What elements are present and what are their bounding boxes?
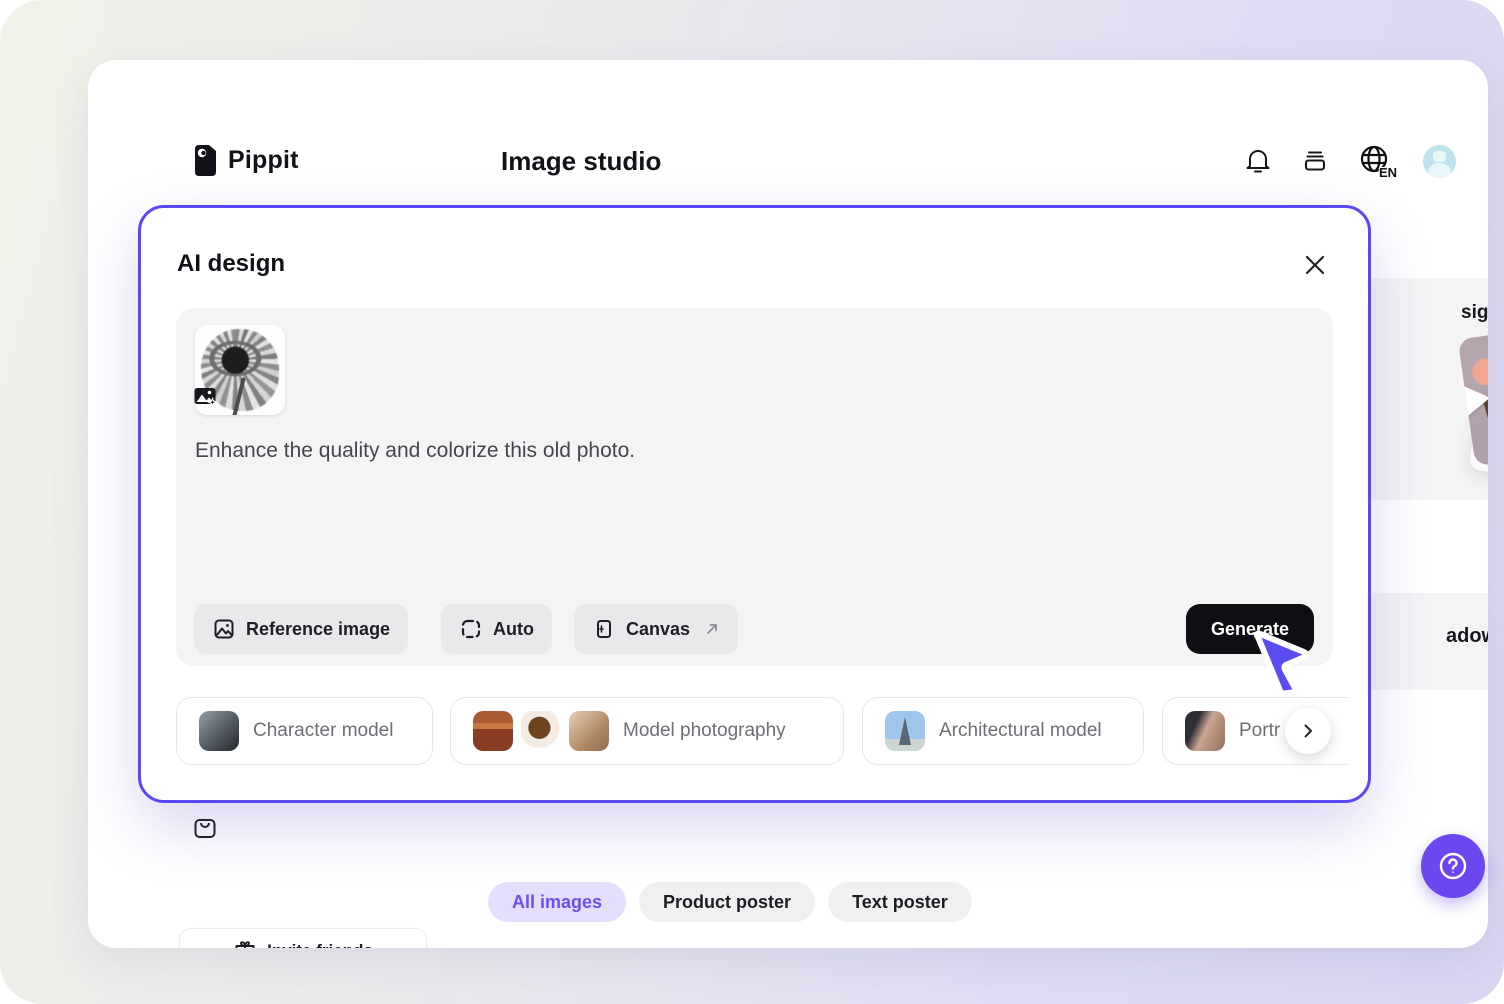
gallery-filter-tabs: All images Product poster Text poster — [488, 882, 972, 922]
brand-name: Pippit — [228, 146, 299, 175]
tab-product-poster[interactable]: Product poster — [639, 882, 815, 922]
page-title: Image studio — [501, 146, 661, 177]
portrait-thumb — [1185, 711, 1225, 751]
close-icon[interactable] — [1302, 252, 1328, 278]
language-globe-icon[interactable]: EN — [1359, 144, 1393, 178]
auto-label: Auto — [493, 619, 534, 640]
canvas-button[interactable]: Canvas — [574, 604, 738, 654]
character-model-thumb — [199, 711, 239, 751]
brand-logo[interactable]: Pippit — [192, 144, 299, 177]
screenshot-root: Pippit Image studio — [0, 0, 1504, 1004]
preset-chips-row: Character model Model photography Archit… — [176, 697, 1348, 767]
reference-image-button[interactable]: Reference image — [194, 604, 408, 654]
bag-icon — [192, 815, 218, 841]
canvas-icon — [592, 617, 616, 641]
external-arrow-icon — [704, 621, 720, 637]
chip-label: Architectural model — [939, 720, 1102, 742]
auto-frame-icon — [459, 617, 483, 641]
feature-card-bottom-label: adows — [1446, 625, 1488, 648]
feature-card-image — [1458, 322, 1488, 467]
reference-image-icon — [212, 617, 236, 641]
language-code: EN — [1379, 165, 1397, 180]
eiffel-thumb — [885, 711, 925, 751]
chevron-right-icon — [1299, 722, 1317, 740]
modal-title: AI design — [177, 250, 285, 278]
coffee-thumb — [521, 711, 561, 751]
billing-icon[interactable] — [1301, 147, 1329, 175]
generate-label: Generate — [1211, 619, 1289, 640]
chip-label: Model photography — [623, 720, 786, 742]
notifications-bell-icon[interactable] — [1245, 147, 1271, 175]
feature-card-top-label: sign — [1461, 302, 1488, 324]
image-studio-icon — [192, 383, 218, 409]
chip-character-model[interactable]: Character model — [176, 697, 433, 765]
question-mark-icon — [1436, 849, 1470, 883]
storefront-thumb — [473, 711, 513, 751]
chip-model-photography[interactable]: Model photography — [450, 697, 844, 765]
prompt-text[interactable]: Enhance the quality and colorize this ol… — [195, 439, 635, 463]
generate-button[interactable]: Generate — [1186, 604, 1314, 654]
ai-design-modal: AI design Enhance the quality and colori… — [138, 205, 1371, 803]
model-thumb — [569, 711, 609, 751]
prompt-input-area[interactable]: Enhance the quality and colorize this ol… — [176, 308, 1333, 666]
auto-ratio-button[interactable]: Auto — [441, 604, 552, 654]
chips-scroll-right-button[interactable] — [1285, 708, 1331, 754]
chip-architectural-model[interactable]: Architectural model — [862, 697, 1144, 765]
gift-icon — [233, 939, 257, 948]
invite-friends-label: Invite friends — [267, 941, 373, 948]
sidebar-item-image-studio[interactable] — [192, 383, 216, 407]
invite-friends-button[interactable]: Invite friends — [179, 928, 427, 948]
tab-text-poster[interactable]: Text poster — [828, 882, 972, 922]
tab-all-images[interactable]: All images — [488, 882, 626, 922]
pippit-logo-icon — [192, 144, 219, 177]
reference-image-label: Reference image — [246, 619, 390, 640]
sidebar-item-assets[interactable] — [192, 815, 216, 839]
chip-label: Character model — [253, 720, 393, 742]
canvas-label: Canvas — [626, 619, 690, 640]
chip-label: Portr — [1239, 720, 1280, 742]
help-button[interactable] — [1421, 834, 1485, 898]
user-avatar[interactable] — [1423, 145, 1456, 178]
